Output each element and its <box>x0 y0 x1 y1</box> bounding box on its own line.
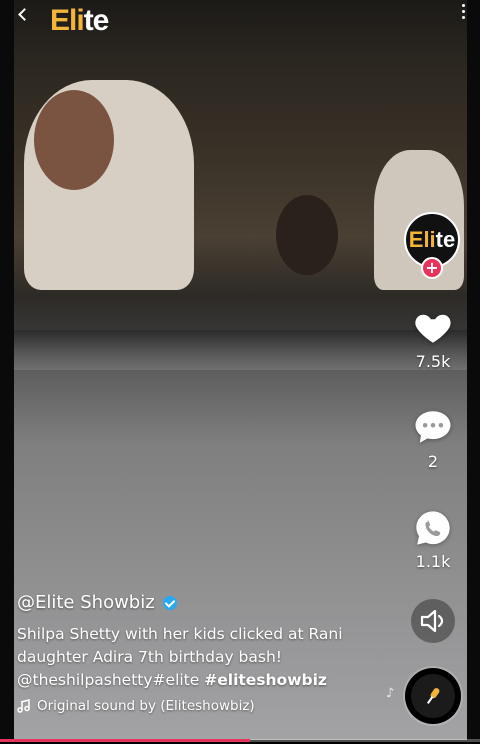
scene-head-left <box>34 90 114 190</box>
more-icon[interactable] <box>460 4 466 22</box>
whatsapp-icon[interactable] <box>400 508 466 548</box>
scene-head-center <box>276 195 338 275</box>
verified-badge-icon <box>162 595 177 610</box>
share-count: 1.1k <box>415 552 451 571</box>
caption-hashtag[interactable]: #eliteshowbiz <box>204 671 327 689</box>
mute-toggle[interactable] <box>411 599 455 643</box>
heart-icon[interactable] <box>400 306 466 348</box>
floating-note-icon: ♪ <box>386 686 395 701</box>
caption-text: Shilpa Shetty with her kids clicked at R… <box>17 623 387 692</box>
comment-action[interactable]: 2 <box>400 406 466 471</box>
music-note-icon <box>17 699 30 713</box>
speaker-icon[interactable] <box>411 599 455 643</box>
like-count: 7.5k <box>415 352 451 371</box>
logo-part-b: te <box>83 4 110 37</box>
caption-description: Shilpa Shetty with her kids clicked at R… <box>17 625 343 666</box>
avatar-text-a: Eli <box>408 227 436 252</box>
video-caption: @Elite Showbiz Shilpa Shetty with her ki… <box>17 592 387 714</box>
brand-logo: Elite <box>50 4 110 37</box>
caption-mention[interactable]: @theshilpashetty#elite <box>17 671 199 689</box>
sound-name[interactable]: Original sound by (Eliteshowbiz) <box>37 698 255 714</box>
creator-username[interactable]: @Elite Showbiz <box>17 592 155 613</box>
playback-progress-fill <box>0 739 250 742</box>
top-bar: Elite <box>0 0 480 44</box>
logo-part-a: Eli <box>50 4 85 37</box>
screen-edge-right <box>467 0 480 740</box>
playback-progress[interactable] <box>0 739 480 742</box>
follow-button[interactable]: + <box>421 257 443 279</box>
mic-icon <box>427 688 440 704</box>
share-action[interactable]: 1.1k <box>400 508 466 571</box>
avatar-text-b: te <box>435 227 456 252</box>
like-action[interactable]: 7.5k <box>400 306 466 371</box>
sound-disc[interactable] <box>405 668 461 724</box>
creator-row[interactable]: @Elite Showbiz <box>17 592 387 613</box>
sound-row[interactable]: Original sound by (Eliteshowbiz) <box>17 698 387 714</box>
comment-count: 2 <box>427 452 439 471</box>
screen-edge-left <box>0 0 14 740</box>
back-icon[interactable] <box>16 4 32 24</box>
comment-icon[interactable] <box>400 406 466 448</box>
